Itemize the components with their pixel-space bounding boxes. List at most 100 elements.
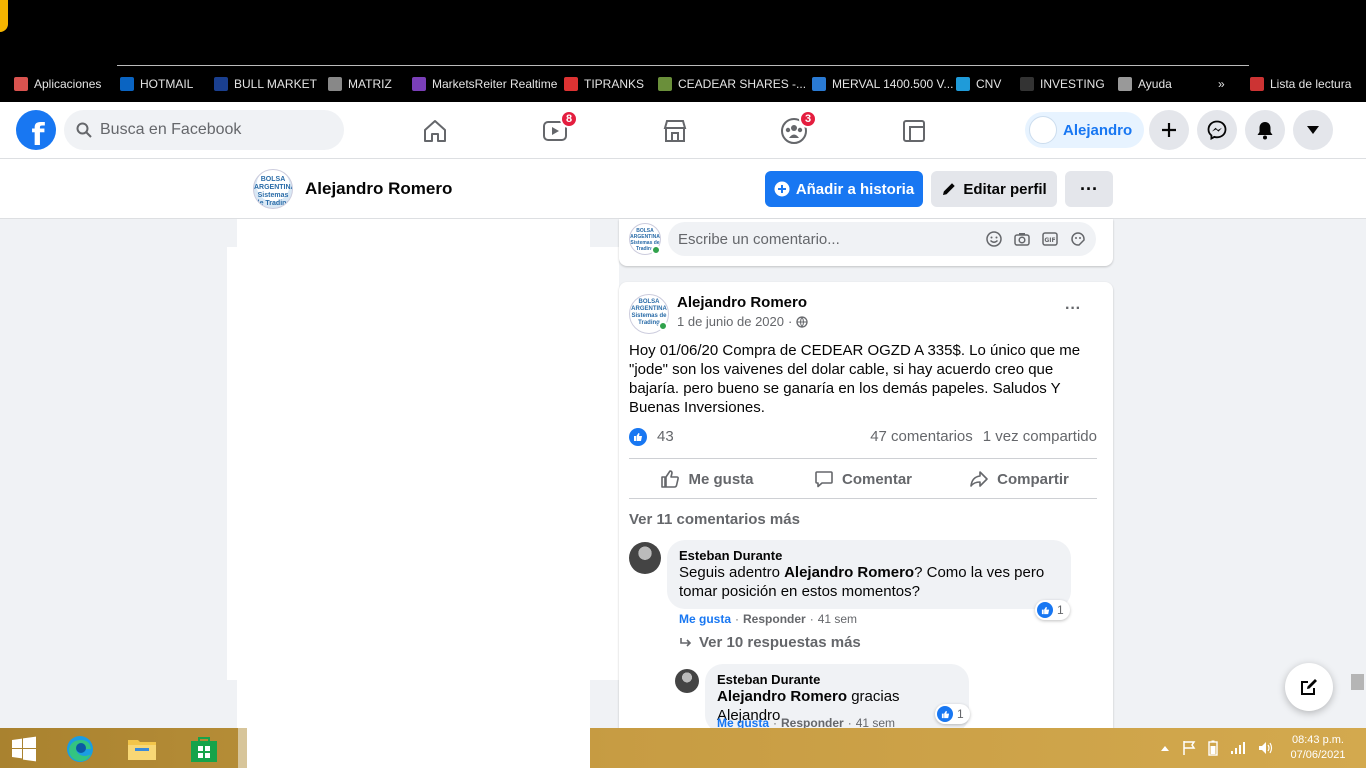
- comment-author[interactable]: Esteban Durante: [717, 672, 957, 687]
- comment-input[interactable]: Escribe un comentario... GIF: [668, 222, 1096, 256]
- comment-like-link[interactable]: Me gusta: [679, 612, 731, 626]
- comment-reply-link[interactable]: Responder: [743, 612, 806, 626]
- taskbar-divider: [238, 728, 247, 768]
- account-menu-button[interactable]: [1293, 110, 1333, 150]
- bookmark-label: MarketsReiter Realtime: [432, 77, 558, 91]
- bookmark-item[interactable]: Ayuda: [1118, 72, 1172, 96]
- facebook-logo-icon[interactable]: f: [16, 110, 56, 150]
- post-options-button[interactable]: ···: [1065, 300, 1081, 318]
- create-button[interactable]: [1149, 110, 1189, 150]
- add-story-button[interactable]: Añadir a historia: [765, 171, 923, 207]
- like-reaction-icon: [1037, 602, 1053, 618]
- left-column-overlay: [227, 247, 619, 680]
- volume-icon[interactable]: [1258, 741, 1274, 755]
- add-story-label: Añadir a historia: [795, 180, 915, 198]
- view-more-comments-link[interactable]: Ver 11 comentarios más: [629, 511, 800, 528]
- edit-profile-button[interactable]: Editar perfil: [931, 171, 1057, 207]
- bookmark-label: HOTMAIL: [140, 77, 194, 91]
- avatar[interactable]: BOLSA ARGENTINA Sistemas de Trading: [253, 169, 293, 209]
- store-icon[interactable]: [184, 733, 224, 765]
- edge-browser-icon[interactable]: [60, 733, 100, 765]
- likes-count[interactable]: 43: [657, 428, 674, 445]
- post-card: BOLSA ARGENTINA Sistemas de Trading Alej…: [619, 282, 1113, 733]
- mention-link[interactable]: Alejandro Romero: [717, 688, 847, 705]
- battery-icon[interactable]: [1208, 740, 1218, 756]
- comment-label: Comentar: [841, 470, 912, 488]
- messenger-button[interactable]: [1197, 110, 1237, 150]
- bookmark-label: Aplicaciones: [34, 77, 102, 91]
- matriz-icon: [328, 77, 342, 91]
- like-reaction-icon[interactable]: [629, 428, 647, 446]
- comment-button[interactable]: Comentar: [785, 460, 941, 498]
- share-label: Compartir: [997, 470, 1069, 488]
- bookmark-item[interactable]: HOTMAIL: [120, 72, 193, 96]
- profile-chip[interactable]: Alejandro: [1025, 112, 1145, 148]
- system-tray: [1160, 740, 1274, 756]
- nav-groups-icon[interactable]: 3: [777, 110, 817, 148]
- comment-icon: [815, 471, 833, 488]
- bookmark-item[interactable]: »: [1218, 72, 1225, 96]
- bookmark-item[interactable]: MATRIZ: [328, 72, 392, 96]
- previous-post-card: BOLSA ARGENTINA Sistemas de Trading Escr…: [619, 219, 1113, 266]
- watch-badge: 8: [560, 110, 578, 128]
- gif-icon[interactable]: GIF: [1042, 231, 1058, 247]
- search-input[interactable]: [100, 121, 320, 139]
- edit-profile-label: Editar perfil: [963, 180, 1047, 198]
- mention-link[interactable]: Alejandro Romero: [784, 564, 914, 581]
- bookmark-item[interactable]: CEADEAR SHARES -...: [658, 72, 806, 96]
- nav-watch-icon[interactable]: 8: [538, 110, 578, 148]
- comment-author[interactable]: Esteban Durante: [679, 548, 1059, 563]
- view-replies-link[interactable]: Ver 10 respuestas más: [679, 634, 861, 651]
- search-icon: [76, 122, 92, 138]
- comments-count[interactable]: 47 comentarios: [870, 428, 973, 445]
- nav-gaming-icon[interactable]: [897, 114, 931, 148]
- sticker-icon[interactable]: [1070, 231, 1086, 247]
- search-box[interactable]: [64, 110, 344, 150]
- like-button[interactable]: Me gusta: [629, 460, 785, 498]
- commenter-avatar[interactable]: [675, 669, 699, 693]
- reaction-count: 1: [957, 707, 964, 721]
- comment-reactions[interactable]: 1: [1035, 600, 1070, 620]
- profile-name[interactable]: Alejandro Romero: [305, 179, 452, 199]
- comment-reactions[interactable]: 1: [935, 704, 970, 724]
- nav-marketplace-icon[interactable]: [658, 114, 692, 148]
- bookmark-item[interactable]: MERVAL 1400.500 V...: [812, 72, 953, 96]
- bookmark-item[interactable]: BULL MARKET: [214, 72, 317, 96]
- post-text: Hoy 01/06/20 Compra de CEDEAR OGZD A 335…: [629, 342, 1081, 416]
- groups-badge: 3: [799, 110, 817, 128]
- avatar: [1029, 116, 1057, 144]
- file-explorer-icon[interactable]: [122, 733, 162, 765]
- signal-icon[interactable]: [1230, 741, 1246, 755]
- camera-icon[interactable]: [1014, 231, 1030, 247]
- emoji-icon[interactable]: [986, 231, 1002, 247]
- windows-start-icon[interactable]: [4, 733, 44, 765]
- more-options-button[interactable]: ···: [1065, 171, 1113, 207]
- commenter-avatar[interactable]: [629, 542, 661, 574]
- share-button[interactable]: Compartir: [941, 460, 1097, 498]
- post-date[interactable]: 1 de junio de 2020: [677, 314, 784, 329]
- comment-time[interactable]: 41 sem: [818, 612, 857, 626]
- nav-home-icon[interactable]: [418, 114, 452, 148]
- shares-count[interactable]: 1 vez compartido: [983, 428, 1097, 445]
- markets-icon: [412, 77, 426, 91]
- bookmark-item[interactable]: Lista de lectura: [1250, 72, 1351, 96]
- taskbar-clock[interactable]: 08:43 p.m. 07/06/2021: [1288, 733, 1348, 763]
- bookmark-item[interactable]: CNV: [956, 72, 1001, 96]
- apps-grid-icon: [14, 77, 28, 91]
- flag-icon[interactable]: [1182, 740, 1196, 756]
- bookmark-item[interactable]: MarketsReiter Realtime: [412, 72, 557, 96]
- investing-icon: [1020, 77, 1034, 91]
- new-message-button[interactable]: [1285, 663, 1333, 711]
- bookmark-item[interactable]: INVESTING: [1020, 72, 1105, 96]
- compose-icon: [1301, 679, 1317, 695]
- bookmark-item[interactable]: Aplicaciones: [14, 72, 101, 96]
- chevron-up-icon[interactable]: [1160, 744, 1170, 752]
- notifications-button[interactable]: [1245, 110, 1285, 150]
- reading-list-icon: [1250, 77, 1264, 91]
- tipranks-icon: [564, 77, 578, 91]
- post-author[interactable]: Alejandro Romero: [677, 294, 807, 311]
- bookmark-item[interactable]: TIPRANKS: [564, 72, 644, 96]
- page-scrollbar[interactable]: [1350, 219, 1366, 728]
- scrollbar-thumb[interactable]: [1351, 674, 1364, 690]
- bookmarks-bar: Aplicaciones HOTMAIL BULL MARKET MATRIZ Mark…: [0, 72, 1366, 96]
